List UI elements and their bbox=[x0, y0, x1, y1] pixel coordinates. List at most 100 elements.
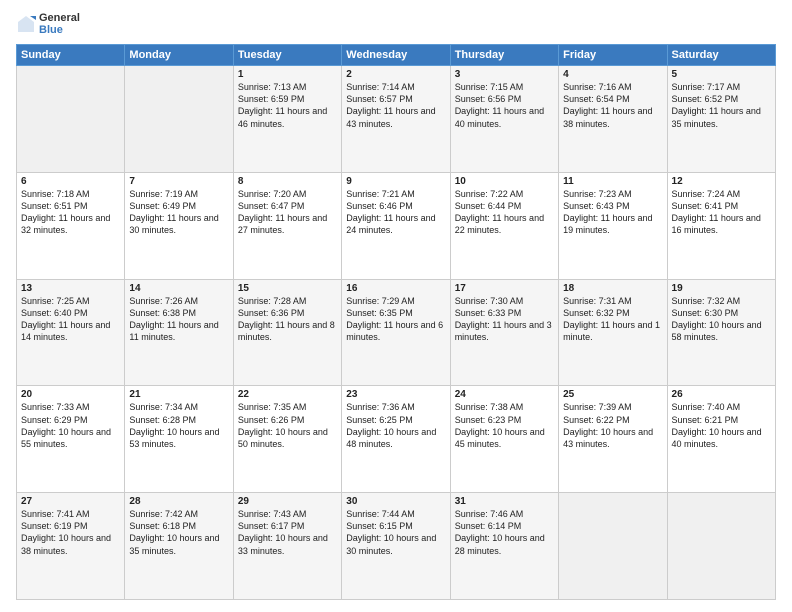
day-number: 29 bbox=[238, 496, 337, 507]
day-info: Sunrise: 7:32 AMSunset: 6:30 PMDaylight:… bbox=[672, 295, 771, 344]
calendar-cell: 18Sunrise: 7:31 AMSunset: 6:32 PMDayligh… bbox=[559, 279, 667, 386]
day-number: 27 bbox=[21, 496, 120, 507]
day-info: Sunrise: 7:14 AMSunset: 6:57 PMDaylight:… bbox=[346, 81, 445, 130]
calendar-cell: 14Sunrise: 7:26 AMSunset: 6:38 PMDayligh… bbox=[125, 279, 233, 386]
day-number: 21 bbox=[129, 389, 228, 400]
day-number: 24 bbox=[455, 389, 554, 400]
day-info: Sunrise: 7:20 AMSunset: 6:47 PMDaylight:… bbox=[238, 188, 337, 237]
calendar-day-header: Monday bbox=[125, 45, 233, 66]
day-number: 6 bbox=[21, 176, 120, 187]
calendar-cell: 31Sunrise: 7:46 AMSunset: 6:14 PMDayligh… bbox=[450, 493, 558, 600]
day-number: 14 bbox=[129, 283, 228, 294]
calendar-cell: 19Sunrise: 7:32 AMSunset: 6:30 PMDayligh… bbox=[667, 279, 775, 386]
day-info: Sunrise: 7:38 AMSunset: 6:23 PMDaylight:… bbox=[455, 401, 554, 450]
day-number: 12 bbox=[672, 176, 771, 187]
calendar-cell: 26Sunrise: 7:40 AMSunset: 6:21 PMDayligh… bbox=[667, 386, 775, 493]
day-number: 15 bbox=[238, 283, 337, 294]
day-number: 26 bbox=[672, 389, 771, 400]
calendar-cell: 23Sunrise: 7:36 AMSunset: 6:25 PMDayligh… bbox=[342, 386, 450, 493]
calendar-week-row: 13Sunrise: 7:25 AMSunset: 6:40 PMDayligh… bbox=[17, 279, 776, 386]
calendar-cell bbox=[17, 66, 125, 173]
calendar-cell: 16Sunrise: 7:29 AMSunset: 6:35 PMDayligh… bbox=[342, 279, 450, 386]
calendar-cell: 3Sunrise: 7:15 AMSunset: 6:56 PMDaylight… bbox=[450, 66, 558, 173]
calendar-week-row: 20Sunrise: 7:33 AMSunset: 6:29 PMDayligh… bbox=[17, 386, 776, 493]
day-number: 7 bbox=[129, 176, 228, 187]
day-info: Sunrise: 7:34 AMSunset: 6:28 PMDaylight:… bbox=[129, 401, 228, 450]
calendar-cell: 25Sunrise: 7:39 AMSunset: 6:22 PMDayligh… bbox=[559, 386, 667, 493]
day-number: 18 bbox=[563, 283, 662, 294]
calendar-cell: 28Sunrise: 7:42 AMSunset: 6:18 PMDayligh… bbox=[125, 493, 233, 600]
calendar-cell: 21Sunrise: 7:34 AMSunset: 6:28 PMDayligh… bbox=[125, 386, 233, 493]
day-info: Sunrise: 7:17 AMSunset: 6:52 PMDaylight:… bbox=[672, 81, 771, 130]
day-info: Sunrise: 7:42 AMSunset: 6:18 PMDaylight:… bbox=[129, 508, 228, 557]
day-number: 30 bbox=[346, 496, 445, 507]
day-number: 28 bbox=[129, 496, 228, 507]
day-info: Sunrise: 7:33 AMSunset: 6:29 PMDaylight:… bbox=[21, 401, 120, 450]
day-info: Sunrise: 7:36 AMSunset: 6:25 PMDaylight:… bbox=[346, 401, 445, 450]
day-number: 17 bbox=[455, 283, 554, 294]
day-number: 3 bbox=[455, 69, 554, 80]
day-number: 22 bbox=[238, 389, 337, 400]
day-number: 16 bbox=[346, 283, 445, 294]
day-info: Sunrise: 7:15 AMSunset: 6:56 PMDaylight:… bbox=[455, 81, 554, 130]
calendar-cell: 30Sunrise: 7:44 AMSunset: 6:15 PMDayligh… bbox=[342, 493, 450, 600]
logo: General Blue bbox=[16, 12, 80, 36]
calendar-cell: 2Sunrise: 7:14 AMSunset: 6:57 PMDaylight… bbox=[342, 66, 450, 173]
calendar-day-header: Sunday bbox=[17, 45, 125, 66]
day-number: 19 bbox=[672, 283, 771, 294]
day-info: Sunrise: 7:21 AMSunset: 6:46 PMDaylight:… bbox=[346, 188, 445, 237]
day-info: Sunrise: 7:29 AMSunset: 6:35 PMDaylight:… bbox=[346, 295, 445, 344]
day-number: 25 bbox=[563, 389, 662, 400]
day-info: Sunrise: 7:30 AMSunset: 6:33 PMDaylight:… bbox=[455, 295, 554, 344]
day-info: Sunrise: 7:35 AMSunset: 6:26 PMDaylight:… bbox=[238, 401, 337, 450]
day-number: 8 bbox=[238, 176, 337, 187]
calendar-cell: 29Sunrise: 7:43 AMSunset: 6:17 PMDayligh… bbox=[233, 493, 341, 600]
day-info: Sunrise: 7:46 AMSunset: 6:14 PMDaylight:… bbox=[455, 508, 554, 557]
calendar-table: SundayMondayTuesdayWednesdayThursdayFrid… bbox=[16, 44, 776, 600]
day-number: 5 bbox=[672, 69, 771, 80]
day-info: Sunrise: 7:13 AMSunset: 6:59 PMDaylight:… bbox=[238, 81, 337, 130]
day-number: 20 bbox=[21, 389, 120, 400]
day-info: Sunrise: 7:39 AMSunset: 6:22 PMDaylight:… bbox=[563, 401, 662, 450]
calendar-cell: 17Sunrise: 7:30 AMSunset: 6:33 PMDayligh… bbox=[450, 279, 558, 386]
day-info: Sunrise: 7:26 AMSunset: 6:38 PMDaylight:… bbox=[129, 295, 228, 344]
calendar-cell bbox=[559, 493, 667, 600]
calendar-cell: 6Sunrise: 7:18 AMSunset: 6:51 PMDaylight… bbox=[17, 172, 125, 279]
calendar-cell: 13Sunrise: 7:25 AMSunset: 6:40 PMDayligh… bbox=[17, 279, 125, 386]
calendar-cell bbox=[667, 493, 775, 600]
day-number: 31 bbox=[455, 496, 554, 507]
day-info: Sunrise: 7:25 AMSunset: 6:40 PMDaylight:… bbox=[21, 295, 120, 344]
header: General Blue bbox=[16, 12, 776, 36]
calendar-cell: 12Sunrise: 7:24 AMSunset: 6:41 PMDayligh… bbox=[667, 172, 775, 279]
calendar-day-header: Thursday bbox=[450, 45, 558, 66]
day-info: Sunrise: 7:31 AMSunset: 6:32 PMDaylight:… bbox=[563, 295, 662, 344]
day-info: Sunrise: 7:16 AMSunset: 6:54 PMDaylight:… bbox=[563, 81, 662, 130]
calendar-cell: 1Sunrise: 7:13 AMSunset: 6:59 PMDaylight… bbox=[233, 66, 341, 173]
logo-line1: General bbox=[39, 12, 80, 24]
calendar-cell: 24Sunrise: 7:38 AMSunset: 6:23 PMDayligh… bbox=[450, 386, 558, 493]
calendar-cell bbox=[125, 66, 233, 173]
calendar-week-row: 27Sunrise: 7:41 AMSunset: 6:19 PMDayligh… bbox=[17, 493, 776, 600]
calendar-cell: 15Sunrise: 7:28 AMSunset: 6:36 PMDayligh… bbox=[233, 279, 341, 386]
calendar-day-header: Tuesday bbox=[233, 45, 341, 66]
calendar-cell: 27Sunrise: 7:41 AMSunset: 6:19 PMDayligh… bbox=[17, 493, 125, 600]
day-info: Sunrise: 7:23 AMSunset: 6:43 PMDaylight:… bbox=[563, 188, 662, 237]
day-info: Sunrise: 7:28 AMSunset: 6:36 PMDaylight:… bbox=[238, 295, 337, 344]
logo-text: General Blue bbox=[39, 12, 80, 36]
calendar-cell: 9Sunrise: 7:21 AMSunset: 6:46 PMDaylight… bbox=[342, 172, 450, 279]
logo-display: General Blue bbox=[16, 12, 80, 36]
day-info: Sunrise: 7:18 AMSunset: 6:51 PMDaylight:… bbox=[21, 188, 120, 237]
day-number: 4 bbox=[563, 69, 662, 80]
day-info: Sunrise: 7:22 AMSunset: 6:44 PMDaylight:… bbox=[455, 188, 554, 237]
day-number: 9 bbox=[346, 176, 445, 187]
day-number: 10 bbox=[455, 176, 554, 187]
calendar-day-header: Friday bbox=[559, 45, 667, 66]
page: General Blue SundayMondayTuesdayWednesda… bbox=[0, 0, 792, 612]
day-info: Sunrise: 7:41 AMSunset: 6:19 PMDaylight:… bbox=[21, 508, 120, 557]
day-number: 23 bbox=[346, 389, 445, 400]
calendar-cell: 10Sunrise: 7:22 AMSunset: 6:44 PMDayligh… bbox=[450, 172, 558, 279]
calendar-header-row: SundayMondayTuesdayWednesdayThursdayFrid… bbox=[17, 45, 776, 66]
logo-line2: Blue bbox=[39, 24, 80, 36]
calendar-cell: 11Sunrise: 7:23 AMSunset: 6:43 PMDayligh… bbox=[559, 172, 667, 279]
day-number: 11 bbox=[563, 176, 662, 187]
